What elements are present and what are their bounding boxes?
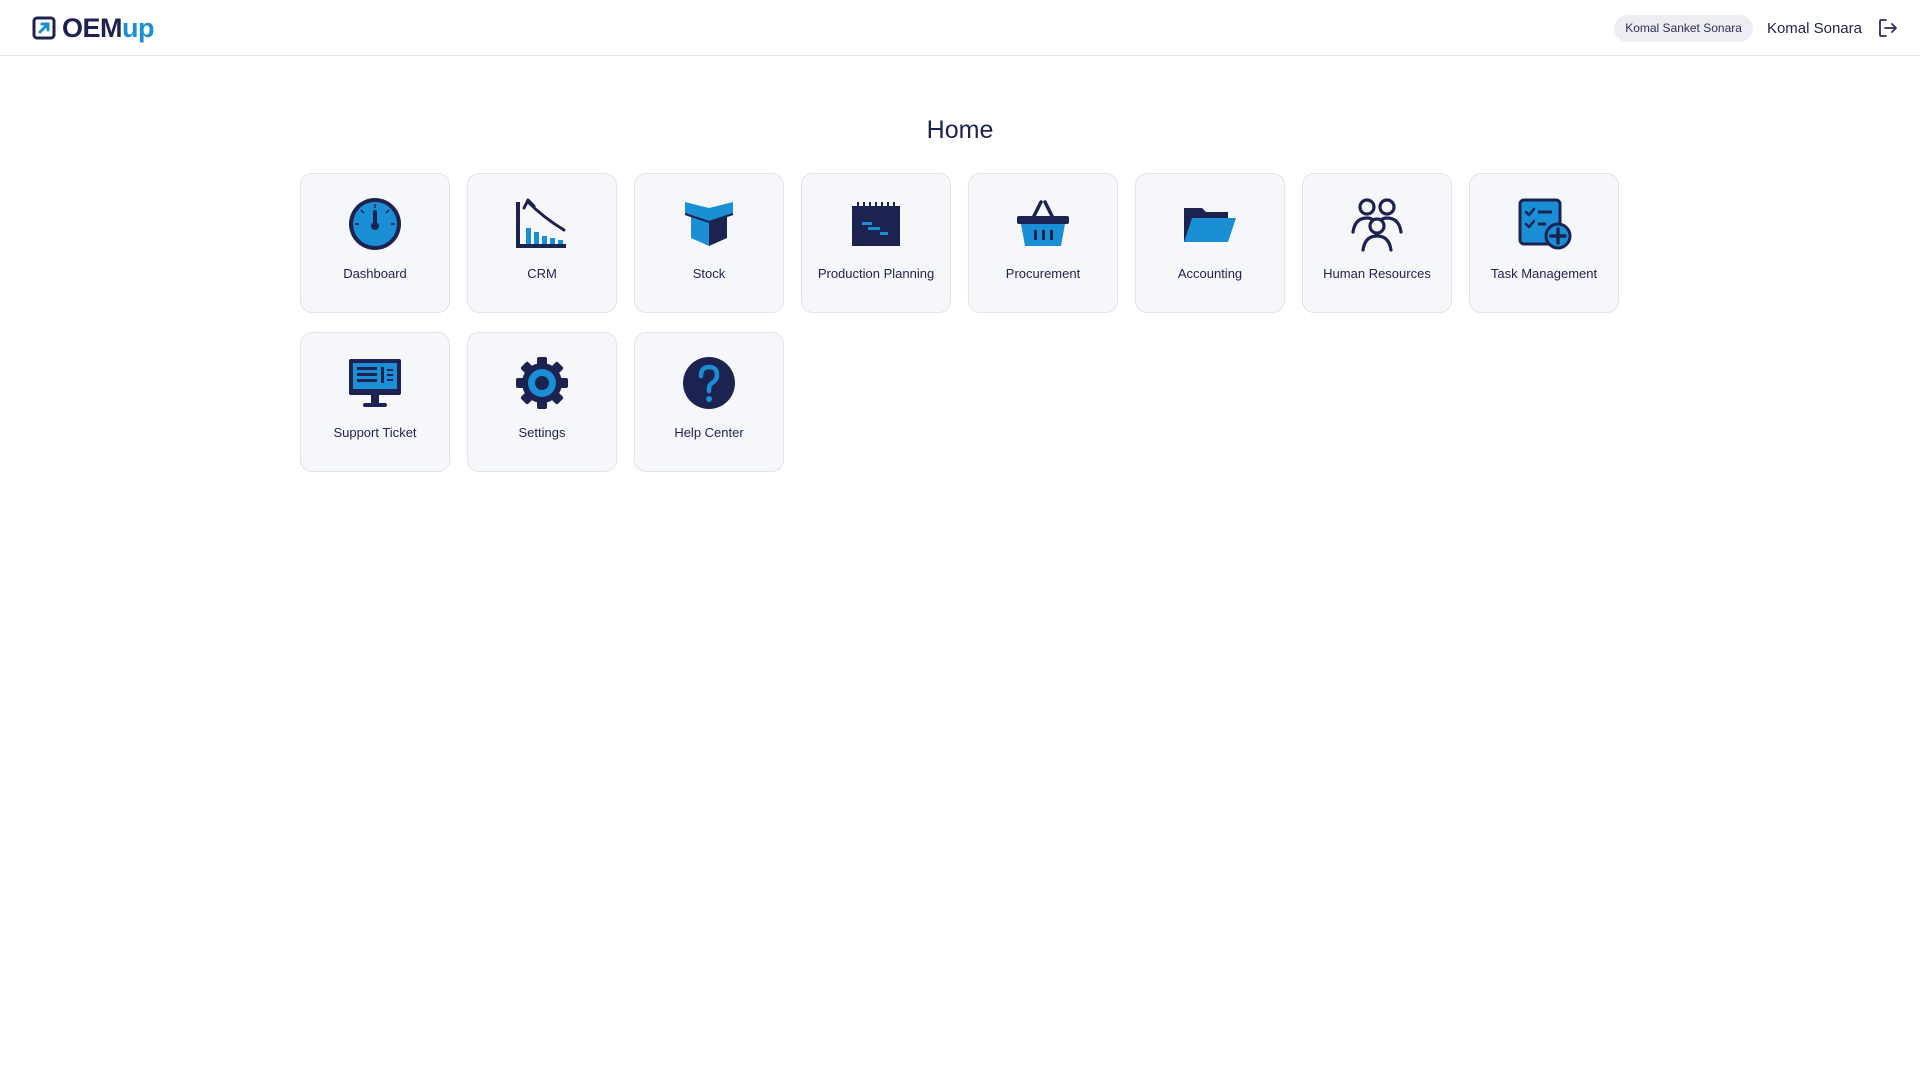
- module-tile-procurement[interactable]: Procurement: [968, 173, 1118, 313]
- user-chip[interactable]: Komal Sanket Sonara: [1614, 14, 1753, 42]
- module-label: Accounting: [1177, 266, 1243, 281]
- module-tile-production-planning[interactable]: Production Planning: [801, 173, 951, 313]
- module-tile-task-management[interactable]: Task Management: [1469, 173, 1619, 313]
- folder-icon: [1184, 208, 1236, 242]
- module-tile-help-center[interactable]: Help Center: [634, 332, 784, 472]
- module-label: Stock: [692, 266, 726, 281]
- logout-icon[interactable]: [1876, 16, 1900, 40]
- module-label: Help Center: [674, 425, 744, 440]
- box-icon: [684, 202, 734, 246]
- logo-text: OEMup: [62, 12, 155, 44]
- module-label: Dashboard: [343, 266, 407, 281]
- task-add-icon: [1518, 198, 1572, 250]
- module-grid: Dashboard CRM Stock Production Planning …: [300, 173, 1622, 472]
- user-area: Komal Sanket Sonara Komal Sonara: [1614, 13, 1900, 43]
- gantt-calendar-icon: [852, 202, 900, 246]
- module-label: Support Ticket: [333, 425, 417, 440]
- module-tile-stock[interactable]: Stock: [634, 173, 784, 313]
- module-tile-crm[interactable]: CRM: [467, 173, 617, 313]
- question-icon: [683, 357, 735, 409]
- module-tile-settings[interactable]: Settings: [467, 332, 617, 472]
- module-tile-human-resources[interactable]: Human Resources: [1302, 173, 1452, 313]
- module-label: Human Resources: [1323, 266, 1431, 281]
- growth-chart-icon: [516, 198, 566, 248]
- gear-icon: [516, 357, 568, 409]
- top-bar: OEMup Komal Sanket Sonara Komal Sonara: [0, 0, 1920, 56]
- module-label: Production Planning: [817, 266, 935, 281]
- logo-text-oem: OEM: [62, 12, 123, 43]
- logo-text-up: up: [122, 12, 155, 43]
- logo-mark-icon: [32, 16, 56, 40]
- module-label: Task Management: [1490, 266, 1598, 281]
- speedometer-icon: [349, 198, 401, 250]
- module-tile-accounting[interactable]: Accounting: [1135, 173, 1285, 313]
- monitor-icon: [349, 359, 401, 407]
- logo[interactable]: OEMup: [32, 12, 155, 44]
- people-icon: [1351, 198, 1403, 252]
- module-tile-support-ticket[interactable]: Support Ticket: [300, 332, 450, 472]
- module-label: Procurement: [1005, 266, 1081, 281]
- module-tile-dashboard[interactable]: Dashboard: [300, 173, 450, 313]
- basket-icon: [1017, 200, 1069, 246]
- page-title: Home: [926, 116, 994, 144]
- user-name[interactable]: Komal Sonara: [1767, 20, 1862, 37]
- module-label: Settings: [518, 425, 566, 440]
- module-label: CRM: [527, 266, 557, 281]
